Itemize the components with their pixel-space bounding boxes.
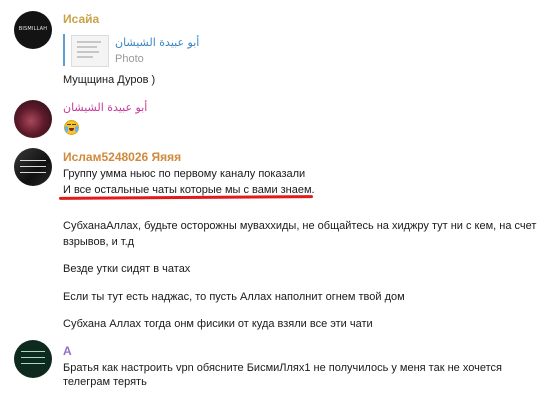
reply-preview[interactable]: أبو عبيدة الشيشان Photo — [63, 34, 199, 67]
message-text: Мущщина Дуров ) — [63, 74, 156, 86]
message-item[interactable]: А Братья как настроить vpn обясните Бисм… — [0, 335, 547, 401]
reply-sender-name: أبو عبيدة الشيشان — [115, 36, 200, 49]
sender-name[interactable]: Исайа — [63, 12, 99, 26]
message-text: Братья как настроить vpn обясните БисмиЛ… — [63, 362, 502, 374]
avatar[interactable] — [14, 340, 52, 378]
sender-name[interactable]: أبو عبيدة الشيشان — [63, 101, 147, 114]
sender-name[interactable]: А — [63, 344, 72, 358]
avatar[interactable] — [14, 148, 52, 186]
sender-name[interactable]: Ислам5248026 Яяяя — [63, 150, 181, 164]
message-item[interactable]: Ислам5248026 Яяяя Группу умма ньюс по пе… — [0, 145, 547, 335]
message-item[interactable]: BISMILLAH Исайа أبو عبيدة الشيشان Photo … — [0, 0, 547, 95]
message-text: взрывов, и т.д — [63, 236, 135, 248]
message-text: Везде утки сидят в чатах — [63, 263, 191, 275]
message-text: Если ты тут есть наджас, то пусть Аллах … — [63, 291, 405, 303]
avatar[interactable] — [14, 100, 52, 138]
message-item[interactable]: أبو عبيدة الشيشان — [0, 95, 547, 145]
crying-face-icon — [64, 120, 79, 135]
avatar-logo-text: BISMILLAH — [18, 26, 48, 32]
photo-thumbnail[interactable] — [71, 35, 109, 67]
avatar[interactable]: BISMILLAH — [14, 11, 52, 49]
message-text: телеграм терять — [63, 376, 147, 388]
message-text: Субхана Аллах тогда онм фисики от куда в… — [63, 318, 373, 330]
message-text: СубханаАллах, будьте осторожны муваххиды… — [63, 220, 537, 232]
message-text: Группу умма ньюс по первому каналу показ… — [63, 168, 306, 180]
reply-media-type: Photo — [115, 53, 144, 65]
